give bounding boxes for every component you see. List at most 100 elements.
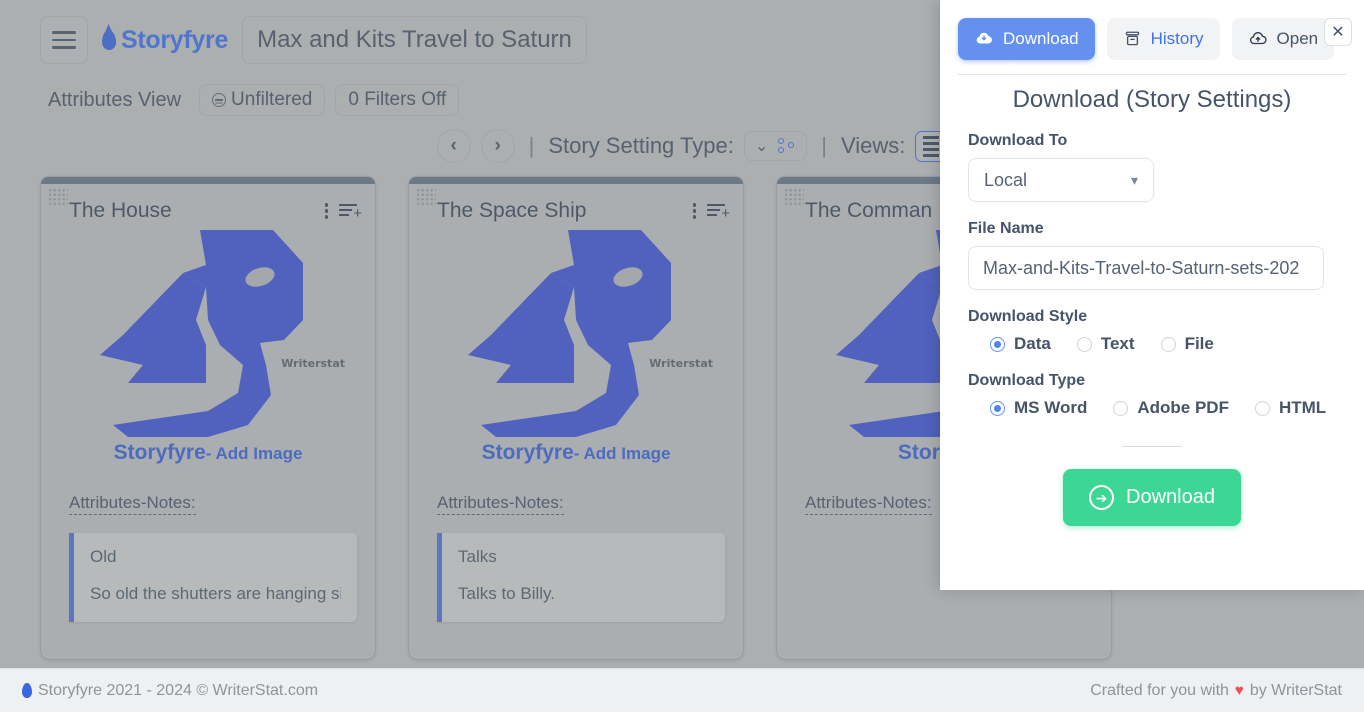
note-line: So old the shutters are hanging si: [90, 584, 341, 603]
heart-icon: ♥: [1234, 682, 1244, 699]
add-image-brand: Storyfyre: [481, 441, 574, 464]
prev-button[interactable]: ‹: [436, 129, 471, 163]
footer-credit-prefix: Crafted for you with: [1090, 681, 1229, 699]
cloud-download-icon: [976, 32, 992, 44]
tab-bar-divider: [958, 74, 1346, 75]
filters-off-pill[interactable]: 0 Filters Off: [335, 84, 460, 116]
brand-name: Storyfyre: [121, 25, 229, 54]
tab-history[interactable]: History: [1106, 18, 1220, 60]
download-settings-panel: Download History Open ✕ Download (Story …: [940, 0, 1364, 590]
filters-off-label: 0 Filters Off: [348, 89, 447, 110]
radio-type-msword[interactable]: MS Word: [990, 398, 1087, 418]
download-type-label: Download Type: [968, 372, 1086, 389]
setting-card[interactable]: The House + Writerstat Storyfyre- Add Im…: [40, 176, 376, 660]
toolbar-divider-2: |: [821, 133, 827, 158]
more-options-icon[interactable]: [692, 203, 696, 219]
radio-type-adobe-pdf[interactable]: Adobe PDF: [1113, 398, 1229, 418]
radio-indicator: [1160, 336, 1176, 352]
setting-card[interactable]: The Space Ship + Writerstat Storyfyre- A…: [408, 176, 744, 660]
card-logo-area: Writerstat: [409, 219, 743, 439]
attributes-notes-box[interactable]: Old So old the shutters are hanging si: [69, 533, 357, 622]
drag-handle-icon[interactable]: [784, 188, 804, 206]
radio-label: Text: [1100, 334, 1135, 353]
archive-icon: [1125, 31, 1139, 46]
add-image-caption[interactable]: Storyfyre- Add Image: [409, 441, 743, 465]
radio-style-data[interactable]: Data: [990, 334, 1051, 354]
story-title-field[interactable]: Max and Kits Travel to Saturn: [242, 16, 587, 64]
download-to-value: Local: [984, 169, 1028, 190]
panel-title: Download (Story Settings): [1012, 86, 1292, 113]
add-to-list-icon[interactable]: +: [339, 203, 362, 221]
watermark-label: Writerstat: [281, 357, 345, 370]
menu-icon[interactable]: [40, 16, 88, 64]
story-setting-type-select[interactable]: ⌄: [743, 131, 808, 161]
panel-form: Download To Local ▾ File Name Max-and-Ki…: [940, 132, 1364, 526]
tab-download[interactable]: Download: [958, 18, 1095, 60]
download-to-select[interactable]: Local ▾: [968, 158, 1154, 202]
card-accent-bar: [409, 177, 743, 184]
active-tab-caret: [1000, 63, 1022, 74]
panel-tab-bar: Download History Open ✕: [940, 0, 1364, 75]
add-image-caption[interactable]: Storyfyre- Add Image: [41, 441, 375, 465]
drag-handle-icon[interactable]: [48, 188, 68, 206]
more-options-icon[interactable]: [324, 203, 328, 219]
note-line: Old: [90, 547, 117, 566]
radio-label: File: [1184, 334, 1214, 353]
footer-copyright: Storyfyre 2021 - 2024 © WriterStat.com: [22, 682, 318, 700]
tab-open[interactable]: Open: [1231, 18, 1335, 60]
radio-label: Data: [1014, 334, 1051, 353]
flame-icon: [22, 683, 32, 698]
unfiltered-label: Unfiltered: [231, 89, 313, 110]
add-image-text: - Add Image: [573, 444, 671, 463]
add-image-brand: Storyfyre: [113, 441, 206, 464]
next-button[interactable]: ›: [480, 129, 515, 163]
download-style-radio-group: Data Text File: [968, 334, 1336, 354]
nodes-icon: [778, 138, 796, 154]
views-label: Views:: [840, 133, 906, 158]
card-actions: +: [692, 203, 730, 221]
brand-logo[interactable]: Storyfyre: [101, 25, 229, 55]
radio-style-file[interactable]: File: [1160, 334, 1214, 354]
toolbar-divider-1: |: [528, 133, 535, 158]
radio-indicator: [1113, 400, 1129, 416]
chevron-down-icon: ⌄: [754, 138, 769, 155]
footer-credit: Crafted for you with ♥ by WriterStat: [1090, 682, 1342, 700]
submit-row: ➔ Download: [968, 469, 1336, 526]
download-submit-button[interactable]: ➔ Download: [1063, 469, 1241, 526]
attributes-notes-label: Attributes-Notes:: [437, 493, 564, 515]
download-to-label: Download To: [968, 132, 1068, 149]
footer-credit-suffix: by WriterStat: [1249, 681, 1342, 699]
filter-icon: [212, 93, 227, 107]
radio-label: Adobe PDF: [1137, 398, 1229, 417]
attributes-notes-label: Attributes-Notes:: [805, 493, 932, 515]
footer-copyright-text: Storyfyre 2021 - 2024 © WriterStat.com: [38, 681, 319, 699]
radio-indicator: [1076, 336, 1092, 352]
add-to-list-icon[interactable]: +: [707, 203, 730, 221]
download-type-radio-group: MS Word Adobe PDF HTML: [968, 398, 1336, 418]
unfiltered-pill[interactable]: Unfiltered: [199, 84, 326, 116]
chevron-down-icon: ▾: [1130, 171, 1138, 188]
tab-history-label: History: [1150, 29, 1204, 48]
radio-style-text[interactable]: Text: [1076, 334, 1135, 354]
radio-label: HTML: [1278, 398, 1327, 417]
drag-handle-icon[interactable]: [416, 188, 436, 206]
dragon-logo-icon: [468, 230, 671, 437]
view-mode-label: Attributes View: [48, 88, 182, 111]
card-actions: +: [324, 203, 362, 221]
page-footer: Storyfyre 2021 - 2024 © WriterStat.com C…: [0, 668, 1364, 712]
download-style-label: Download Style: [968, 308, 1088, 325]
card-logo-area: Writerstat: [41, 219, 375, 439]
form-divider: [1122, 446, 1182, 447]
close-icon[interactable]: ✕: [1324, 18, 1352, 46]
radio-indicator: [990, 400, 1005, 416]
add-image-text: - Add Image: [205, 444, 303, 463]
card-accent-bar: [41, 177, 375, 184]
cloud-upload-icon: [1249, 32, 1267, 45]
attributes-notes-box[interactable]: Talks Talks to Billy.: [437, 533, 725, 622]
watermark-label: Writerstat: [649, 357, 713, 370]
application-root: Storyfyre Max and Kits Travel to Saturn …: [0, 0, 1364, 712]
radio-indicator: [990, 336, 1005, 352]
radio-type-html[interactable]: HTML: [1254, 398, 1327, 418]
file-name-input[interactable]: Max-and-Kits-Travel-to-Saturn-sets-202: [968, 246, 1324, 290]
file-name-label: File Name: [968, 220, 1044, 237]
